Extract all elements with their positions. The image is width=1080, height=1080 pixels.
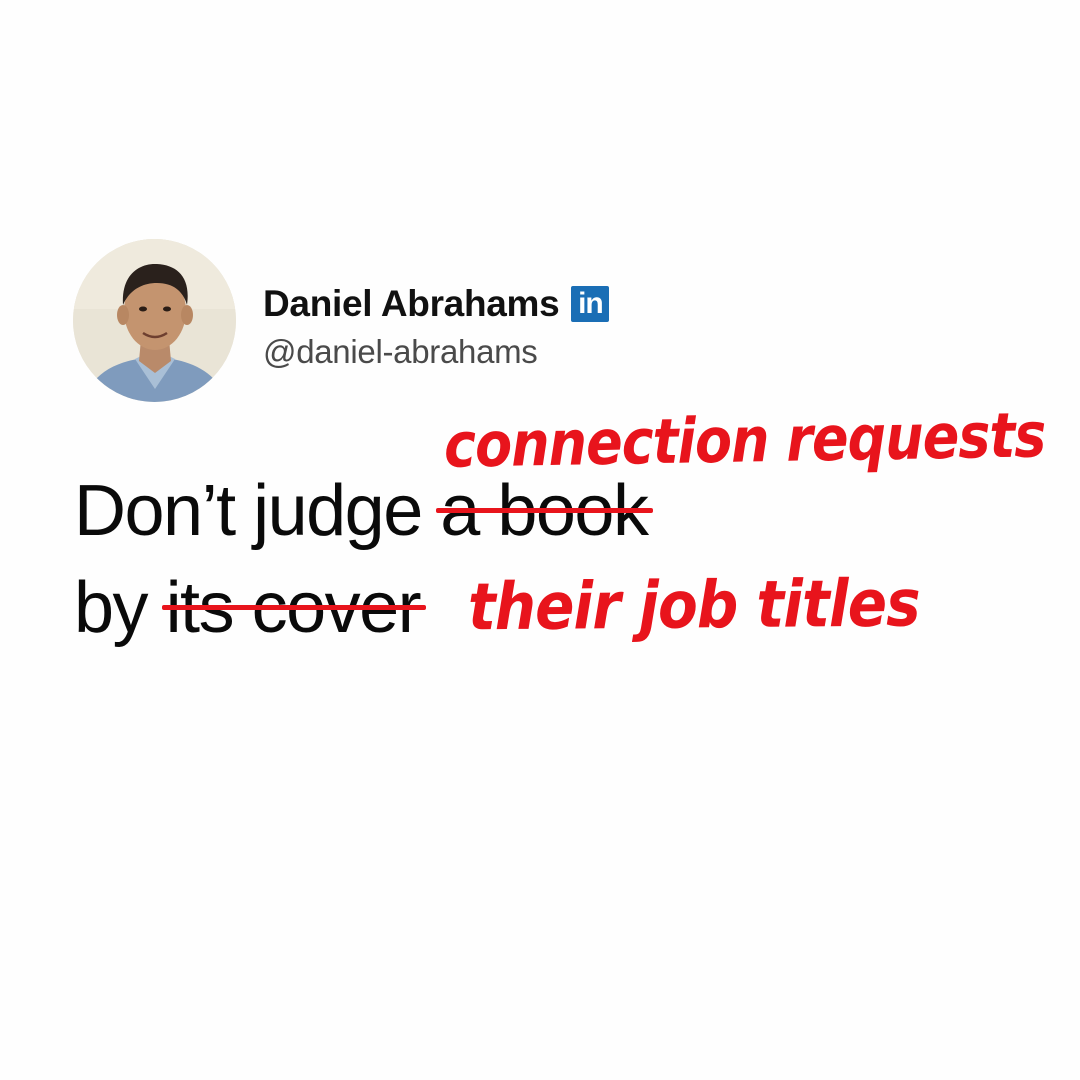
quote-line-2: by its cover [74, 567, 426, 649]
quote-line-1-text: Don’t judge [74, 471, 423, 551]
annotation-bottom: their job titles [467, 564, 920, 646]
author-name[interactable]: Daniel Abrahams [263, 283, 560, 325]
author-handle[interactable]: @daniel-abrahams [263, 333, 538, 371]
quote-line-1: Don’t judge a book [74, 470, 654, 552]
avatar-photo [73, 239, 236, 402]
name-row: Daniel Abrahams in [263, 283, 610, 325]
linkedin-icon: in [571, 286, 610, 322]
quote-line-2-struck: its cover [161, 568, 426, 648]
quote-line-2-text: by [74, 568, 149, 648]
quote-line-1-struck: a book [436, 471, 654, 551]
avatar[interactable] [73, 239, 236, 402]
